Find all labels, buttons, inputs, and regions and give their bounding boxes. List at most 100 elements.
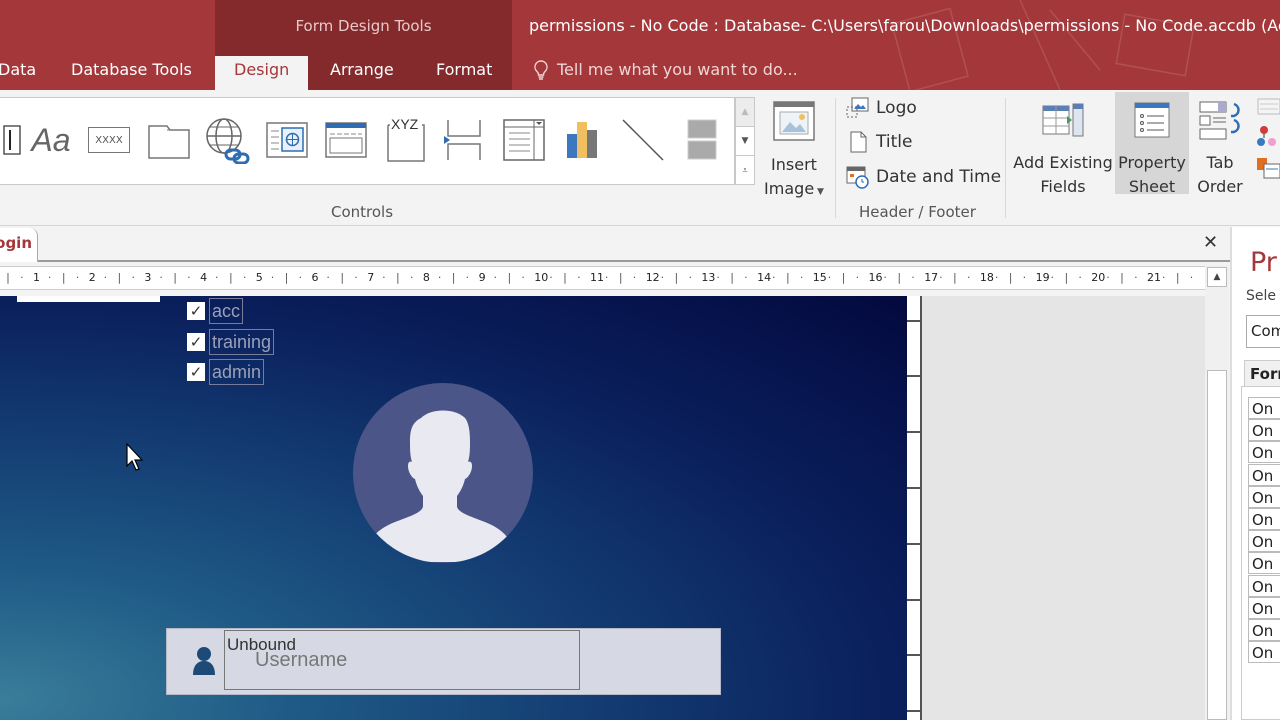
tell-me-box[interactable]: Tell me what you want to do...: [533, 56, 798, 84]
ruler-tick: ·: [354, 271, 358, 284]
ruler-tick: |: [897, 271, 902, 284]
ruler-tick: ·: [994, 271, 999, 284]
tab-order-button[interactable]: Tab Order: [1193, 100, 1247, 199]
ruler-tick: ·: [1189, 271, 1194, 284]
ruler-mark: 1: [33, 271, 40, 284]
page-break-control[interactable]: [441, 117, 487, 163]
property-row[interactable]: On: [1248, 530, 1280, 553]
logo-button[interactable]: Logo: [846, 97, 917, 119]
tab-design[interactable]: Design: [215, 56, 309, 90]
button-icon: XXXX: [88, 127, 130, 153]
chart-control[interactable]: [560, 117, 606, 163]
checkbox-admin[interactable]: ✓ admin: [187, 359, 265, 385]
property-row[interactable]: On: [1248, 419, 1280, 442]
label-control[interactable]: Aa: [28, 117, 74, 163]
document-tab-bar: [0, 227, 1230, 262]
checkbox-check-icon[interactable]: ✓: [187, 363, 205, 381]
scroll-up-button[interactable]: ▲: [1207, 267, 1227, 287]
property-row[interactable]: On: [1248, 441, 1280, 464]
gallery-scroll-down[interactable]: ▼: [736, 127, 754, 156]
ruler-tick: |: [396, 271, 400, 284]
option-group-control[interactable]: XYZ: [382, 117, 428, 163]
date-time-button[interactable]: Date and Time: [846, 165, 1001, 189]
ruler-tick: ·: [744, 271, 748, 284]
controls-group-label: Controls: [331, 203, 394, 221]
tab-format[interactable]: Format: [436, 56, 492, 90]
property-row[interactable]: On: [1248, 596, 1280, 619]
ruler-tick: ·: [883, 271, 887, 284]
gallery-more[interactable]: ⩡: [736, 156, 754, 185]
web-browser-control[interactable]: [264, 117, 310, 163]
property-row[interactable]: On: [1248, 619, 1280, 641]
toggle-button-control[interactable]: [679, 117, 725, 163]
scroll-thumb[interactable]: [1207, 370, 1227, 720]
ruler-tick: ·: [1050, 271, 1055, 284]
form-header-bar: [17, 296, 160, 302]
ruler-tick: ·: [242, 271, 247, 284]
view-code-icon[interactable]: [1256, 154, 1280, 180]
insert-image-label-1: Insert: [771, 155, 817, 174]
ruler-mark: 10: [534, 271, 549, 284]
checkbox-check-icon[interactable]: ✓: [187, 333, 205, 351]
empty-design-area: [922, 296, 1205, 720]
tab-arrange[interactable]: Arrange: [330, 56, 394, 90]
add-existing-fields-label-2: Fields: [1040, 177, 1086, 196]
insert-image-button[interactable]: Insert Image ▼: [760, 100, 828, 204]
button-control[interactable]: XXXX: [86, 117, 132, 163]
checkbox-check-icon[interactable]: ✓: [187, 302, 205, 320]
property-row[interactable]: On: [1248, 574, 1280, 597]
ruler-tick: ·: [799, 271, 804, 284]
ruler-tick: |: [730, 271, 734, 284]
avatar-image[interactable]: [353, 383, 533, 563]
user-icon: [193, 647, 215, 675]
toggle-button-icon: [687, 119, 717, 160]
ruler-tick: ·: [577, 271, 581, 284]
property-tab-format[interactable]: Form: [1244, 360, 1280, 387]
gallery-scroll-up[interactable]: ▲: [736, 98, 754, 127]
ruler-tick: ·: [103, 271, 108, 284]
checkbox-acc[interactable]: ✓ acc: [187, 298, 244, 324]
option-group-icon: XYZ: [387, 117, 425, 162]
ruler-tick: ·: [716, 271, 720, 284]
date-time-label: Date and Time: [876, 167, 1002, 187]
form-right-edge[interactable]: [907, 296, 922, 720]
ruler-tick: ·: [632, 271, 637, 284]
ruler-tick: ·: [911, 271, 915, 284]
property-row[interactable]: On: [1248, 641, 1280, 664]
add-existing-fields-button[interactable]: Add Existing Fields: [1012, 100, 1114, 199]
relationships-icon[interactable]: [1256, 124, 1280, 154]
window-title: permissions - No Code : Database- C:\Use…: [529, 16, 1280, 35]
ruler-tick: ·: [326, 271, 330, 284]
selection-combo[interactable]: Com: [1246, 315, 1280, 348]
navigation-control[interactable]: [323, 117, 369, 163]
list-box-icon: [503, 119, 545, 161]
ruler-tick: |: [451, 271, 456, 284]
ruler-tick: ·: [47, 271, 52, 284]
line-control[interactable]: [620, 117, 666, 163]
property-row[interactable]: On: [1248, 508, 1280, 530]
hyperlink-control[interactable]: [204, 117, 250, 164]
property-sheet-button[interactable]: Property Sheet: [1115, 92, 1189, 196]
tab-database-tools[interactable]: Database Tools: [71, 56, 192, 90]
tab-data[interactable]: Data: [0, 56, 36, 90]
insert-image-label-2: Image ▼: [764, 179, 824, 198]
property-row[interactable]: On: [1248, 463, 1280, 486]
subform-icon[interactable]: [1256, 96, 1280, 118]
property-row[interactable]: On: [1248, 552, 1280, 575]
checkbox-label: acc: [209, 298, 244, 324]
checkbox-training[interactable]: ✓ training: [187, 329, 275, 355]
document-tab-login[interactable]: Login: [0, 228, 38, 262]
close-document-icon[interactable]: ✕: [1203, 232, 1218, 253]
title-button[interactable]: Title: [846, 131, 912, 153]
ruler-tick: |: [618, 271, 623, 284]
vertical-scrollbar[interactable]: ▲: [1205, 265, 1229, 720]
property-sheet-label-1: Property: [1118, 153, 1186, 172]
line-icon: [622, 119, 664, 161]
property-row[interactable]: On: [1248, 485, 1280, 508]
checkbox-label: admin: [209, 359, 265, 385]
tab-control[interactable]: [146, 117, 192, 163]
combo-box-control[interactable]: [501, 117, 547, 163]
property-row[interactable]: On: [1248, 397, 1280, 419]
logo-label: Logo: [876, 98, 917, 118]
lightbulb-icon: [534, 60, 548, 80]
